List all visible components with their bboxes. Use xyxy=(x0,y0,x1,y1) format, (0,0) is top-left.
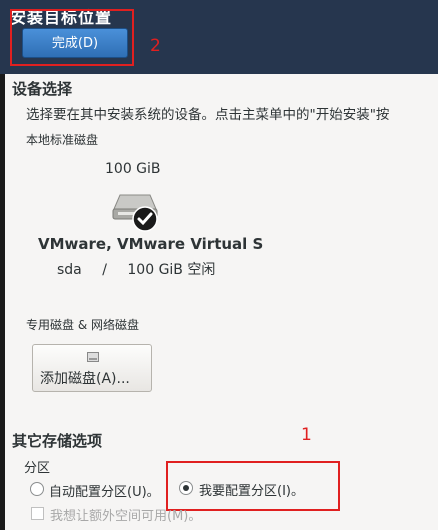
annotation-label-1: 1 xyxy=(301,425,312,445)
disk-device: sda xyxy=(57,262,82,278)
extra-space-checkbox[interactable] xyxy=(31,507,44,520)
device-selection-description: 选择要在其中安装系统的设备。点击主菜单中的"开始安装"按 xyxy=(26,107,390,123)
partition-label: 分区 xyxy=(24,461,51,476)
add-disk-label: 添加磁盘(A)... xyxy=(40,371,130,387)
disk-separator: / xyxy=(102,262,107,278)
device-selection-title: 设备选择 xyxy=(12,80,73,98)
disk-add-icon xyxy=(87,352,99,362)
selected-check-icon xyxy=(132,206,158,232)
add-disk-button[interactable]: 添加磁盘(A)... xyxy=(32,344,152,392)
extra-space-label: 我想让额外空间可用(M)。 xyxy=(50,509,202,524)
special-disks-label: 专用磁盘 & 网络磁盘 xyxy=(26,318,139,332)
annotation-box-done xyxy=(10,9,134,66)
auto-partition-label: 自动配置分区(U)。 xyxy=(49,485,160,500)
disk-free-space: 100 GiB 空闲 xyxy=(127,262,216,278)
other-storage-title: 其它存储选项 xyxy=(12,432,103,450)
annotation-label-2: 2 xyxy=(150,36,161,56)
auto-partition-radio[interactable] xyxy=(30,482,44,496)
local-disks-label: 本地标准磁盘 xyxy=(26,133,99,147)
disk-info: sda / 100 GiB 空闲 xyxy=(57,259,215,279)
annotation-box-manual xyxy=(166,461,340,511)
disk-size: 100 GiB xyxy=(105,161,161,177)
disk-name: VMware, VMware Virtual S xyxy=(38,235,264,253)
